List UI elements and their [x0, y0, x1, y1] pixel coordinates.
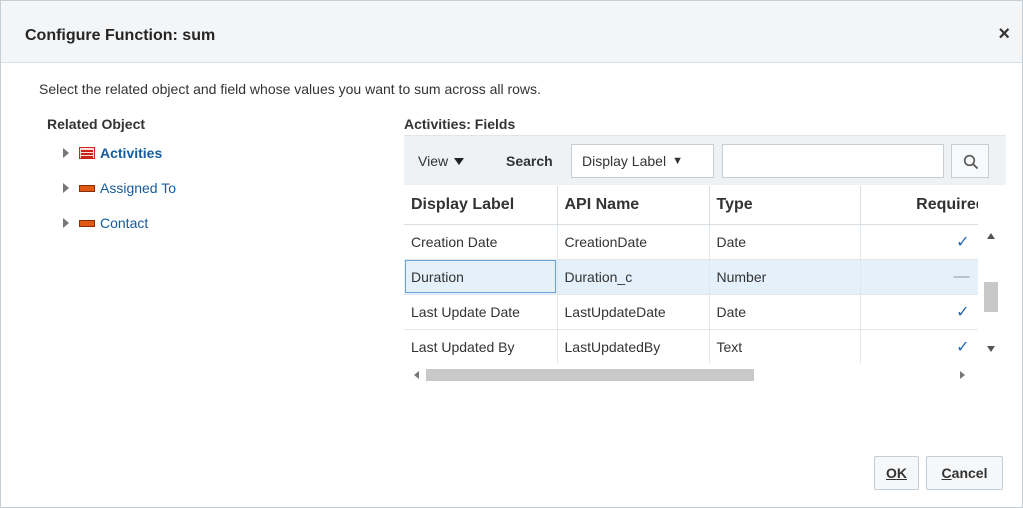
required-dash-icon: —: [860, 259, 978, 295]
search-by-value: Display Label: [582, 153, 667, 169]
horizontal-scroll-thumb[interactable]: [426, 369, 754, 381]
required-check-icon: ✓: [860, 224, 978, 260]
cancel-mnemonic: C: [941, 465, 952, 481]
cell-type[interactable]: Number: [709, 259, 861, 295]
search-label: Search: [506, 153, 553, 169]
table-row-selected[interactable]: Duration Duration_c Number —: [404, 259, 978, 295]
select-caret-icon: ▼: [672, 155, 683, 167]
column-header-type[interactable]: Type: [709, 186, 861, 225]
tree-item-contact[interactable]: Contact: [47, 211, 148, 235]
fields-toolbar: View Search Display Label ▼: [404, 135, 1006, 185]
cell-display-label[interactable]: Duration: [404, 259, 558, 295]
magnifier-icon: [963, 154, 979, 170]
vertical-scroll-thumb[interactable]: [984, 282, 998, 312]
cell-api-name[interactable]: CreationDate: [557, 224, 710, 260]
scroll-down-icon[interactable]: [987, 346, 995, 352]
caret-down-icon: [454, 157, 465, 165]
configure-function-dialog: Configure Function: sum × Select the rel…: [0, 0, 1023, 508]
ok-mnemonic: O: [885, 465, 897, 481]
column-header-api-name[interactable]: API Name: [557, 186, 710, 225]
cancel-label-rest: ancel: [951, 465, 988, 481]
table-row[interactable]: Creation Date CreationDate Date ✓: [404, 224, 978, 260]
table-row[interactable]: Last Updated By LastUpdatedBy Text ✓: [404, 329, 978, 365]
related-object-tree: Activities Assigned To Contact: [47, 135, 397, 385]
column-header-display-label[interactable]: Display Label: [404, 186, 558, 225]
required-check-icon: ✓: [860, 329, 978, 365]
search-button[interactable]: [951, 144, 989, 178]
scroll-up-icon[interactable]: [987, 233, 995, 239]
search-input[interactable]: [722, 144, 944, 178]
fields-table: Display Label API Name Type Required Cre…: [404, 186, 978, 386]
table-header-row: Display Label API Name Type Required: [404, 186, 978, 225]
object-icon: [79, 185, 95, 192]
required-check-icon: ✓: [860, 294, 978, 330]
instructions-text: Select the related object and field whos…: [39, 81, 541, 97]
table-row[interactable]: Last Update Date LastUpdateDate Date ✓: [404, 294, 978, 330]
expand-icon[interactable]: [63, 148, 69, 158]
cell-type[interactable]: Date: [709, 224, 861, 260]
close-icon[interactable]: ×: [998, 23, 1010, 45]
tree-item-activities[interactable]: Activities: [47, 141, 162, 165]
horizontal-scrollbar[interactable]: [404, 364, 978, 386]
scroll-left-icon[interactable]: [414, 371, 419, 379]
cell-display-label[interactable]: Last Updated By: [404, 329, 558, 365]
dialog-title: Configure Function: sum: [25, 27, 216, 44]
vertical-scrollbar[interactable]: [979, 224, 1003, 364]
ok-label-rest: K: [896, 465, 907, 481]
cell-api-name[interactable]: LastUpdateDate: [557, 294, 710, 330]
column-header-required[interactable]: Required: [860, 186, 978, 225]
fields-heading: Activities: Fields: [404, 116, 516, 132]
search-by-select[interactable]: Display Label ▼: [571, 144, 714, 178]
expand-icon[interactable]: [63, 218, 69, 228]
cell-api-name[interactable]: Duration_c: [557, 259, 710, 295]
cell-display-label[interactable]: Last Update Date: [404, 294, 558, 330]
object-icon: [79, 220, 95, 227]
tree-item-label[interactable]: Contact: [100, 215, 148, 231]
dialog-title-bar: Configure Function: sum ×: [1, 1, 1022, 63]
list-object-icon: [79, 147, 95, 159]
cell-type[interactable]: Date: [709, 294, 861, 330]
scroll-right-icon[interactable]: [960, 371, 965, 379]
tree-item-label[interactable]: Activities: [100, 145, 162, 161]
fields-panel: View Search Display Label ▼ Display Labe…: [404, 135, 1006, 387]
ok-button[interactable]: OK: [874, 456, 919, 490]
cell-type[interactable]: Text: [709, 329, 861, 365]
view-menu-button[interactable]: View: [418, 153, 465, 169]
tree-item-assigned-to[interactable]: Assigned To: [47, 176, 176, 200]
cell-api-name[interactable]: LastUpdatedBy: [557, 329, 710, 365]
related-object-heading: Related Object: [47, 116, 146, 132]
expand-icon[interactable]: [63, 183, 69, 193]
cancel-button[interactable]: Cancel: [926, 456, 1003, 490]
tree-item-label[interactable]: Assigned To: [100, 180, 176, 196]
cell-display-label[interactable]: Creation Date: [404, 224, 558, 260]
view-menu-label: View: [418, 153, 449, 169]
